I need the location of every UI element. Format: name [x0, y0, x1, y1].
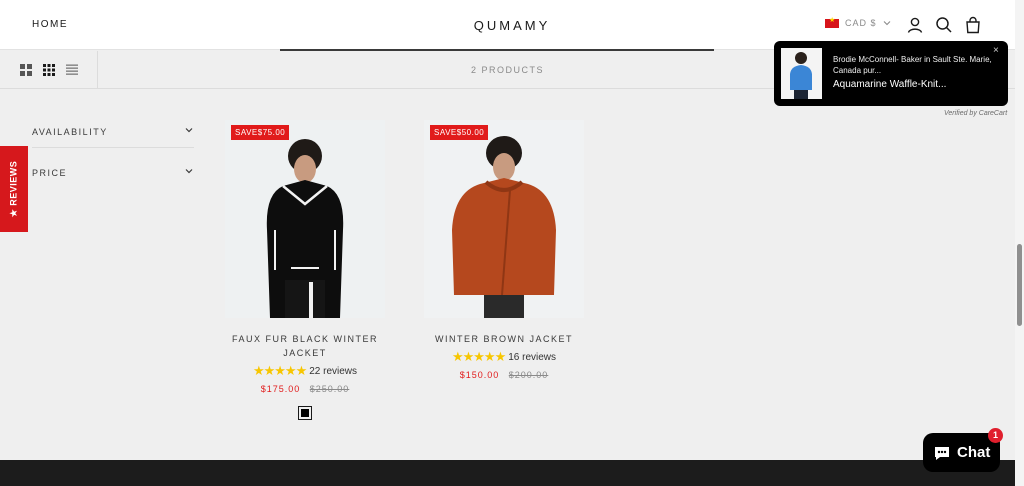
chevron-down-icon [883, 21, 890, 26]
account-icon[interactable] [906, 16, 924, 34]
chat-bubble-icon [935, 447, 949, 460]
close-icon[interactable]: × [993, 45, 999, 56]
filter-label: PRICE [32, 168, 68, 178]
product-prices: $150.00 $200.00 [424, 370, 584, 380]
compare-price: $250.00 [309, 384, 350, 394]
filter-divider [32, 147, 194, 148]
recent-purchase-popup[interactable]: Brodie McConnell- Baker in Sault Ste. Ma… [774, 41, 1008, 106]
product-card[interactable]: SAVE$50.00 WINTER BROWN JACKET ★★★★★ 16 … [424, 120, 584, 380]
page-scrollbar[interactable] [1015, 0, 1024, 486]
product-image[interactable]: SAVE$75.00 [225, 120, 385, 318]
product-image[interactable]: SAVE$50.00 [424, 120, 584, 318]
product-rating[interactable]: ★★★★★ 22 reviews [225, 363, 385, 379]
rating-stars-icon: ★★★★★ [451, 349, 506, 364]
product-card[interactable]: SAVE$75.00 FAUX FUR BLACK WINTER JACKET … [225, 120, 385, 420]
product-prices: $175.00 $250.00 [225, 384, 385, 394]
chat-label: Chat [957, 444, 991, 461]
filter-label: AVAILABILITY [32, 127, 108, 137]
currency-selector[interactable]: CAD $ [825, 16, 891, 28]
compare-price: $200.00 [508, 370, 549, 380]
color-swatch-black[interactable] [298, 406, 312, 420]
brand-logo[interactable]: QUMAMY [474, 18, 551, 33]
flag-icon [825, 16, 839, 28]
verified-by-label: Verified by CareCart [944, 110, 1008, 117]
chevron-down-icon [185, 169, 193, 174]
sale-badge: SAVE$50.00 [430, 125, 489, 140]
chat-notification-badge: 1 [988, 428, 1003, 443]
sale-badge: SAVE$75.00 [231, 125, 290, 140]
rating-stars-icon: ★★★★★ [252, 363, 307, 378]
product-photo-black-jacket [225, 120, 385, 318]
scrollbar-thumb[interactable] [1017, 244, 1022, 326]
popup-product-thumbnail [781, 48, 822, 99]
popup-buyer-text: Brodie McConnell- Baker in Sault Ste. Ma… [833, 55, 992, 75]
bag-icon[interactable] [964, 16, 982, 34]
nav-home-link[interactable]: HOME [32, 19, 68, 30]
reviews-side-tab[interactable]: ★ REVIEWS [0, 146, 28, 232]
reviews-tab-label: ★ REVIEWS [8, 160, 19, 218]
currency-label: CAD $ [845, 18, 877, 28]
product-rating[interactable]: ★★★★★ 16 reviews [424, 349, 584, 365]
chevron-down-icon [185, 128, 193, 133]
product-photo-brown-jacket [424, 120, 584, 318]
filter-availability[interactable]: AVAILABILITY [32, 116, 194, 156]
filter-price[interactable]: PRICE [32, 157, 194, 197]
sale-price: $150.00 [459, 370, 500, 380]
review-count: 22 reviews [309, 365, 358, 377]
site-footer [0, 460, 1015, 486]
product-title[interactable]: WINTER BROWN JACKET [424, 332, 584, 346]
popup-product-name[interactable]: Aquamarine Waffle-Knit... [833, 79, 998, 90]
product-title[interactable]: FAUX FUR BLACK WINTER JACKET [225, 332, 385, 360]
search-icon[interactable] [935, 16, 953, 34]
review-count: 16 reviews [508, 351, 557, 363]
sale-price: $175.00 [260, 384, 301, 394]
